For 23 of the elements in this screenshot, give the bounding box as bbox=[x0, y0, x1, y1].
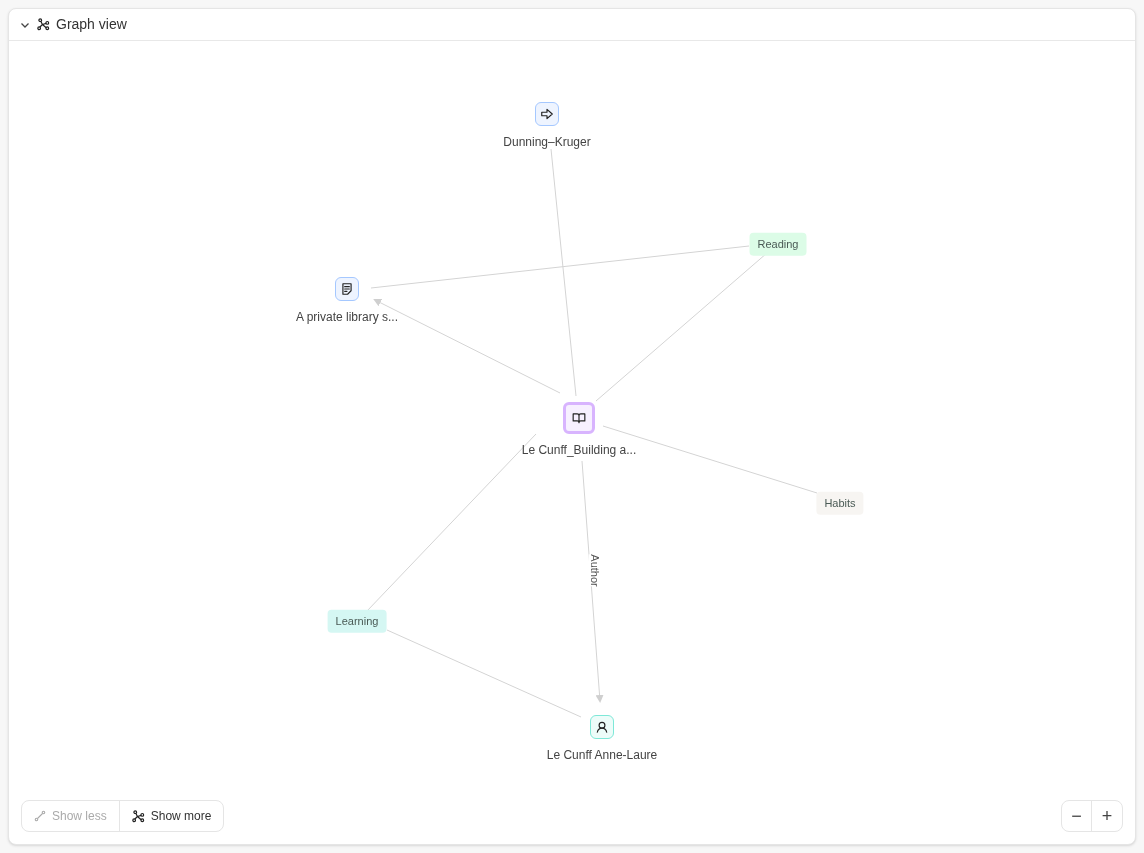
node-label: Le Cunff Anne-Laure bbox=[546, 747, 658, 764]
graph-node[interactable] bbox=[563, 402, 595, 434]
zoom-out-button[interactable]: − bbox=[1062, 801, 1092, 831]
zoom-in-button[interactable]: + bbox=[1092, 801, 1122, 831]
panel-title: Graph view bbox=[56, 15, 127, 34]
link-icon bbox=[34, 810, 46, 822]
node-label: Dunning–Kruger bbox=[503, 134, 591, 151]
graph-node[interactable] bbox=[590, 715, 614, 739]
node-label: Le Cunff_Building a... bbox=[521, 442, 637, 459]
person-icon bbox=[595, 720, 609, 734]
node-label: A private library s... bbox=[296, 309, 398, 326]
tag-label[interactable]: Reading bbox=[749, 232, 807, 256]
show-more-button[interactable]: Show more bbox=[119, 801, 224, 831]
tag-label[interactable]: Learning bbox=[327, 609, 387, 633]
graph-icon bbox=[37, 18, 50, 31]
edge-label: Author bbox=[588, 554, 600, 587]
arrow-right-icon bbox=[540, 107, 554, 121]
tag-label[interactable]: Habits bbox=[816, 491, 864, 515]
note-icon bbox=[340, 282, 354, 296]
graph-icon bbox=[131, 809, 145, 823]
graph-node[interactable] bbox=[335, 277, 359, 301]
book-icon bbox=[572, 411, 586, 425]
graph-node[interactable] bbox=[535, 102, 559, 126]
